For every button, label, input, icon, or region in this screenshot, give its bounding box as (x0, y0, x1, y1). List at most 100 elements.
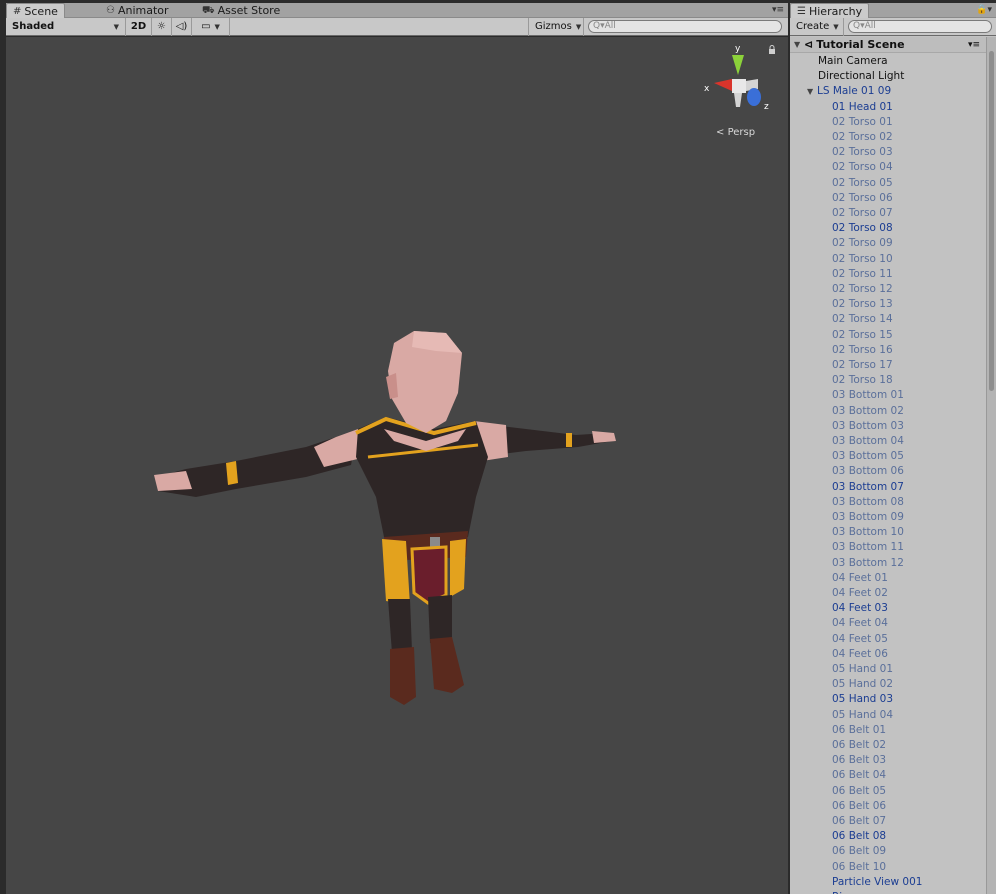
hierarchy-item-label: 02 Torso 16 (832, 343, 893, 356)
chevron-down-icon: ▼ (833, 23, 839, 31)
hierarchy-item[interactable]: Main Camera (790, 54, 986, 69)
hierarchy-item[interactable]: 03 Bottom 01 (790, 388, 986, 403)
tab-hierarchy[interactable]: ☰ Hierarchy (790, 3, 870, 19)
hierarchy-item[interactable]: 02 Torso 07 (790, 206, 986, 221)
hierarchy-item[interactable]: 02 Torso 05 (790, 176, 986, 191)
hierarchy-item[interactable]: Directional Light (790, 69, 986, 84)
gizmo-neg-y-cone[interactable] (734, 93, 742, 107)
hierarchy-item[interactable]: 03 Bottom 07 (790, 480, 986, 495)
gizmo-y-cone[interactable] (732, 55, 744, 75)
expand-arrow-icon[interactable]: ▼ (794, 40, 804, 49)
hierarchy-scroll-thumb[interactable] (989, 51, 994, 391)
tab-hierarchy-label: Hierarchy (808, 5, 863, 18)
hierarchy-item[interactable]: 04 Feet 02 (790, 586, 986, 601)
hierarchy-item[interactable]: 03 Bottom 05 (790, 449, 986, 464)
gizmo-z-cone[interactable] (747, 88, 761, 106)
hierarchy-item-label: 06 Belt 03 (832, 754, 887, 767)
expand-arrow-icon[interactable]: ▼ (807, 84, 817, 99)
hierarchy-item[interactable]: 02 Torso 09 (790, 236, 986, 251)
hierarchy-item[interactable]: 02 Torso 14 (790, 312, 986, 327)
hierarchy-item[interactable]: 03 Bottom 04 (790, 434, 986, 449)
audio-toggle-button[interactable]: ◁) (172, 18, 192, 36)
hierarchy-item[interactable]: 02 Torso 17 (790, 358, 986, 373)
hierarchy-item[interactable]: 06 Belt 07 (790, 814, 986, 829)
hierarchy-item[interactable]: Particle View 001 (790, 875, 986, 890)
hierarchy-item[interactable]: 05 Hand 02 (790, 677, 986, 692)
skirt-right-trim (450, 539, 466, 597)
hierarchy-item[interactable]: 02 Torso 10 (790, 252, 986, 267)
tab-asset-store[interactable]: ⛟ Asset Store (196, 3, 286, 18)
hierarchy-item[interactable]: 05 Hand 01 (790, 662, 986, 677)
hierarchy-item[interactable]: 04 Feet 03 (790, 601, 986, 616)
hierarchy-item[interactable]: 06 Belt 04 (790, 768, 986, 783)
hierarchy-item[interactable]: 06 Belt 10 (790, 860, 986, 875)
gizmos-dropdown[interactable]: Gizmos ▼ (528, 18, 584, 36)
projection-toggle[interactable]: < Persp (716, 127, 755, 138)
hierarchy-item[interactable]: 02 Torso 11 (790, 267, 986, 282)
hierarchy-item[interactable]: 06 Belt 06 (790, 799, 986, 814)
tab-scene[interactable]: # Scene (6, 3, 65, 19)
hierarchy-item-label: 02 Torso 02 (832, 131, 893, 143)
hierarchy-item[interactable]: 03 Bottom 02 (790, 404, 986, 419)
hierarchy-item[interactable]: 04 Feet 04 (790, 616, 986, 631)
hierarchy-item-label: 06 Belt 04 (832, 769, 887, 782)
scene-header-row[interactable]: ▼ ⊲ Tutorial Scene ▾≡ (790, 37, 986, 53)
toggle-2d-button[interactable]: 2D (126, 18, 152, 36)
hierarchy-item[interactable]: 02 Torso 15 (790, 328, 986, 343)
shading-mode-dropdown[interactable]: Shaded ▼ (6, 18, 126, 36)
lighting-toggle-button[interactable]: ☼ (152, 18, 172, 36)
hierarchy-item[interactable]: 05 Hand 04 (790, 708, 986, 723)
hierarchy-item[interactable]: 02 Torso 01 (790, 115, 986, 130)
hierarchy-scrollbar[interactable] (986, 37, 996, 894)
panel-menu-icon[interactable]: ▾≡ (772, 5, 784, 15)
hierarchy-item[interactable]: 02 Torso 12 (790, 282, 986, 297)
orientation-gizmo[interactable]: y x z (702, 41, 774, 141)
create-dropdown[interactable]: Create ▼ (790, 18, 844, 36)
hierarchy-item[interactable]: 02 Torso 04 (790, 160, 986, 175)
tab-animator[interactable]: ⚇ Animator (100, 3, 175, 18)
hierarchy-item[interactable]: ▼ LS Male 01 09 (790, 84, 986, 99)
right-hand (592, 431, 616, 443)
hierarchy-lock-icon[interactable]: 🔒▾ (976, 5, 992, 15)
hierarchy-item[interactable]: 03 Bottom 12 (790, 556, 986, 571)
hierarchy-item-label: 03 Bottom 12 (832, 556, 904, 569)
hierarchy-item[interactable]: 03 Bottom 06 (790, 464, 986, 479)
hierarchy-item[interactable]: 02 Torso 18 (790, 373, 986, 388)
character-model[interactable] (6, 37, 788, 894)
hierarchy-item[interactable]: 06 Belt 08 (790, 829, 986, 844)
hierarchy-item[interactable]: 03 Bottom 10 (790, 525, 986, 540)
hierarchy-item-label: 04 Feet 02 (832, 587, 888, 599)
hierarchy-item-label: 06 Belt 09 (832, 845, 887, 858)
hierarchy-item[interactable]: 02 Torso 03 (790, 145, 986, 160)
lock-icon[interactable] (768, 45, 776, 54)
hierarchy-item[interactable]: 06 Belt 05 (790, 784, 986, 799)
hierarchy-item[interactable]: 06 Belt 02 (790, 738, 986, 753)
scene-viewport[interactable]: y x z < Persp (6, 37, 788, 894)
hierarchy-item-label: 03 Bottom 07 (832, 480, 904, 493)
scene-name: Tutorial Scene (816, 38, 905, 51)
hierarchy-item[interactable]: 06 Belt 03 (790, 753, 986, 768)
hierarchy-item[interactable]: 02 Torso 08 (790, 221, 986, 236)
scene-menu-icon[interactable]: ▾≡ (968, 40, 980, 50)
hierarchy-item[interactable]: 04 Feet 05 (790, 632, 986, 647)
hierarchy-item[interactable]: 04 Feet 01 (790, 571, 986, 586)
hierarchy-item[interactable]: 06 Belt 01 (790, 723, 986, 738)
hierarchy-item[interactable]: 02 Torso 16 (790, 343, 986, 358)
hierarchy-item[interactable]: 01 Head 01 (790, 100, 986, 115)
hierarchy-item[interactable]: 02 Torso 02 (790, 130, 986, 145)
hierarchy-search-input[interactable]: Q▾All (848, 20, 992, 33)
hierarchy-item[interactable]: 03 Bottom 08 (790, 495, 986, 510)
hierarchy-item[interactable]: Rig (790, 890, 986, 894)
gizmo-x-cone[interactable] (714, 79, 732, 91)
hierarchy-item[interactable]: 05 Hand 03 (790, 692, 986, 707)
hierarchy-item[interactable]: 02 Torso 06 (790, 191, 986, 206)
gizmo-center-cube[interactable] (732, 79, 746, 93)
hierarchy-item[interactable]: 04 Feet 06 (790, 647, 986, 662)
hierarchy-item[interactable]: 03 Bottom 09 (790, 510, 986, 525)
scene-search-input[interactable]: Q▾All (588, 20, 782, 33)
effects-dropdown[interactable]: ▭ ▼ (192, 18, 230, 36)
hierarchy-item[interactable]: 03 Bottom 11 (790, 540, 986, 555)
hierarchy-item[interactable]: 03 Bottom 03 (790, 419, 986, 434)
hierarchy-item[interactable]: 06 Belt 09 (790, 844, 986, 859)
hierarchy-item[interactable]: 02 Torso 13 (790, 297, 986, 312)
